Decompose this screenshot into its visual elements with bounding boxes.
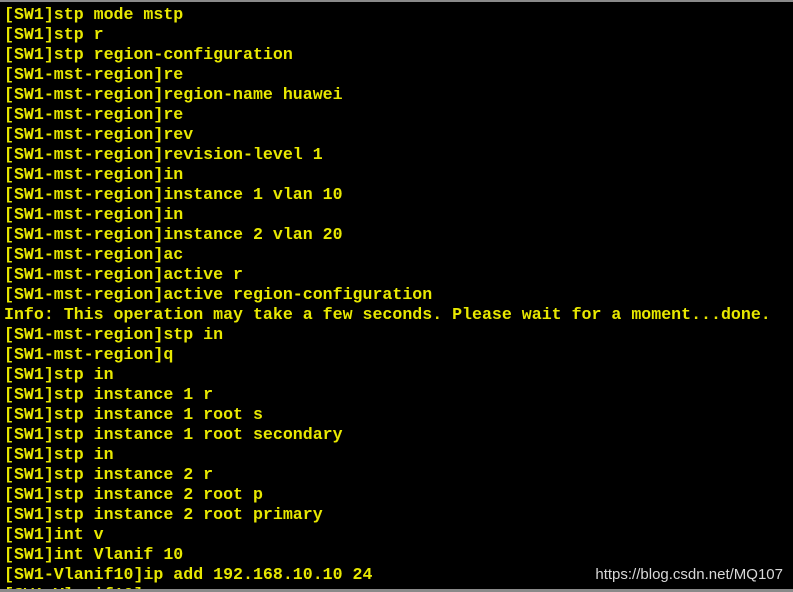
terminal-line: [SW1-mst-region]ac — [4, 245, 184, 264]
terminal-line: [SW1]stp instance 2 root p — [4, 485, 263, 504]
terminal-line: [SW1]stp mode mstp — [4, 5, 184, 24]
terminal-line: [SW1-mst-region]revision-level 1 — [4, 145, 323, 164]
terminal-line: [SW1-mst-region]active region-configurat… — [4, 285, 433, 304]
terminal-line: [SW1-mst-region]stp in — [4, 325, 224, 344]
terminal-line: [SW1-mst-region]instance 1 vlan 10 — [4, 185, 343, 204]
terminal-line: [SW1-mst-region]q — [4, 345, 174, 364]
terminal-line: [SW1]stp in — [4, 445, 114, 464]
terminal-line: [SW1]stp instance 1 root secondary — [4, 425, 343, 444]
terminal-line: [SW1-mst-region]in — [4, 165, 184, 184]
terminal-line: [SW1-mst-region]rev — [4, 125, 194, 144]
terminal-output: [SW1]stp mode mstp [SW1]stp r [SW1]stp reg… — [4, 5, 771, 589]
terminal-line: [SW1]stp instance 1 root s — [4, 405, 263, 424]
terminal-line: Info: This operation may take a few seco… — [4, 305, 771, 324]
watermark: https://blog.csdn.net/MQ107 — [595, 566, 783, 583]
terminal-line: [SW1-mst-region]region-name huawei — [4, 85, 343, 104]
terminal-line: [SW1]stp instance 1 r — [4, 385, 214, 404]
terminal-line: [SW1-Vlanif10] — [4, 585, 771, 589]
terminal-line: [SW1]stp r — [4, 25, 104, 44]
terminal-line: [SW1]stp in — [4, 365, 114, 384]
terminal-line: [SW1-mst-region]re — [4, 65, 184, 84]
terminal-line: [SW1-mst-region]re — [4, 105, 184, 124]
terminal-line: [SW1-mst-region]in — [4, 205, 184, 224]
terminal-line: [SW1-mst-region]active r — [4, 265, 243, 284]
terminal-window[interactable]: [SW1]stp mode mstp [SW1]stp r [SW1]stp reg… — [0, 0, 793, 592]
terminal-line: [SW1-mst-region]instance 2 vlan 20 — [4, 225, 343, 244]
terminal-line: [SW1]int Vlanif 10 — [4, 545, 184, 564]
terminal-line: [SW1]stp region-configuration — [4, 45, 293, 64]
terminal-line: [SW1]stp instance 2 root primary — [4, 505, 323, 524]
terminal-line: [SW1]int v — [4, 525, 104, 544]
terminal-line: [SW1]stp instance 2 r — [4, 465, 214, 484]
